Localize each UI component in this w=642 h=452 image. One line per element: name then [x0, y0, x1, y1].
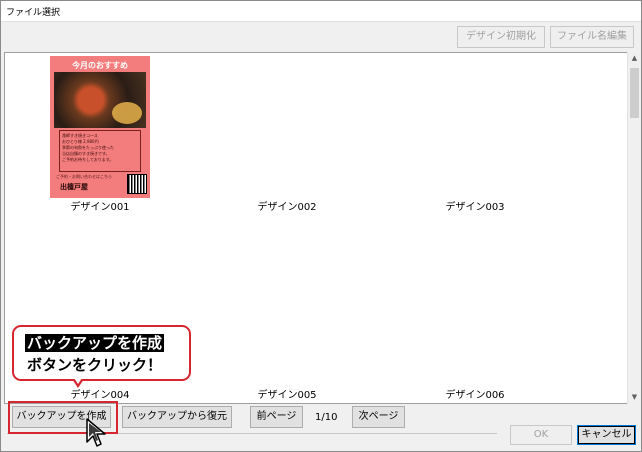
design-label[interactable]: デザイン004 — [30, 386, 170, 401]
ok-button[interactable]: OK — [510, 425, 572, 445]
vertical-scrollbar[interactable]: ▲ ▼ — [627, 52, 641, 404]
restore-backup-button[interactable]: バックアップから復元 — [122, 406, 232, 428]
instruction-callout: バックアップを作成 ボタンをクリック！ — [12, 325, 191, 381]
reset-design-button[interactable]: デザイン初期化 — [457, 26, 545, 48]
design-label[interactable]: デザイン003 — [405, 198, 545, 213]
rename-file-button[interactable]: ファイル名編集 — [550, 26, 634, 48]
flyer-note: ご予約・お問い合わせはこちら — [56, 174, 112, 179]
file-select-dialog: ファイル選択 デザイン初期化 ファイル名編集 今月のおすすめ 漁師すき焼きコース… — [0, 0, 642, 452]
page-indicator: 1/10 — [315, 412, 338, 423]
chevron-up-icon[interactable]: ▲ — [628, 52, 641, 65]
callout-line-2: ボタンをクリック！ — [27, 356, 163, 374]
scrollbar-thumb[interactable] — [630, 68, 639, 118]
cancel-button[interactable]: キャンセル — [577, 425, 636, 445]
callout-tail-inner — [74, 378, 82, 384]
chevron-down-icon[interactable]: ▼ — [628, 391, 641, 404]
next-page-button[interactable]: 次ページ — [352, 406, 405, 428]
design-label[interactable]: デザイン006 — [405, 386, 545, 401]
design-label[interactable]: デザイン001 — [30, 198, 170, 213]
design-label[interactable]: デザイン005 — [217, 386, 357, 401]
flyer-photo-accent — [112, 102, 142, 124]
flyer-shop-name: 出檀戸屋 — [60, 183, 88, 191]
flyer-text-line: ご予約お待ちしております。 — [62, 157, 114, 162]
design-label[interactable]: デザイン002 — [217, 198, 357, 213]
flyer-textbox: 漁師すき焼きコース おひとり様 2,980円 季節の旬魚をたっぷり使った 当店自… — [59, 130, 141, 172]
window-title: ファイル選択 — [6, 8, 61, 18]
title-bar: ファイル選択 — [1, 1, 641, 22]
flyer-heading: 今月のおすすめ — [72, 61, 128, 70]
design-001-thumbnail[interactable]: 今月のおすすめ 漁師すき焼きコース おひとり様 2,980円 季節の旬魚をたっぷ… — [50, 56, 150, 198]
qr-code-icon — [127, 174, 147, 194]
callout-line-1: バックアップを作成 — [25, 334, 165, 352]
mouse-pointer-icon — [86, 418, 106, 447]
prev-page-button[interactable]: 前ページ — [250, 406, 303, 428]
flyer-photo — [54, 72, 146, 128]
